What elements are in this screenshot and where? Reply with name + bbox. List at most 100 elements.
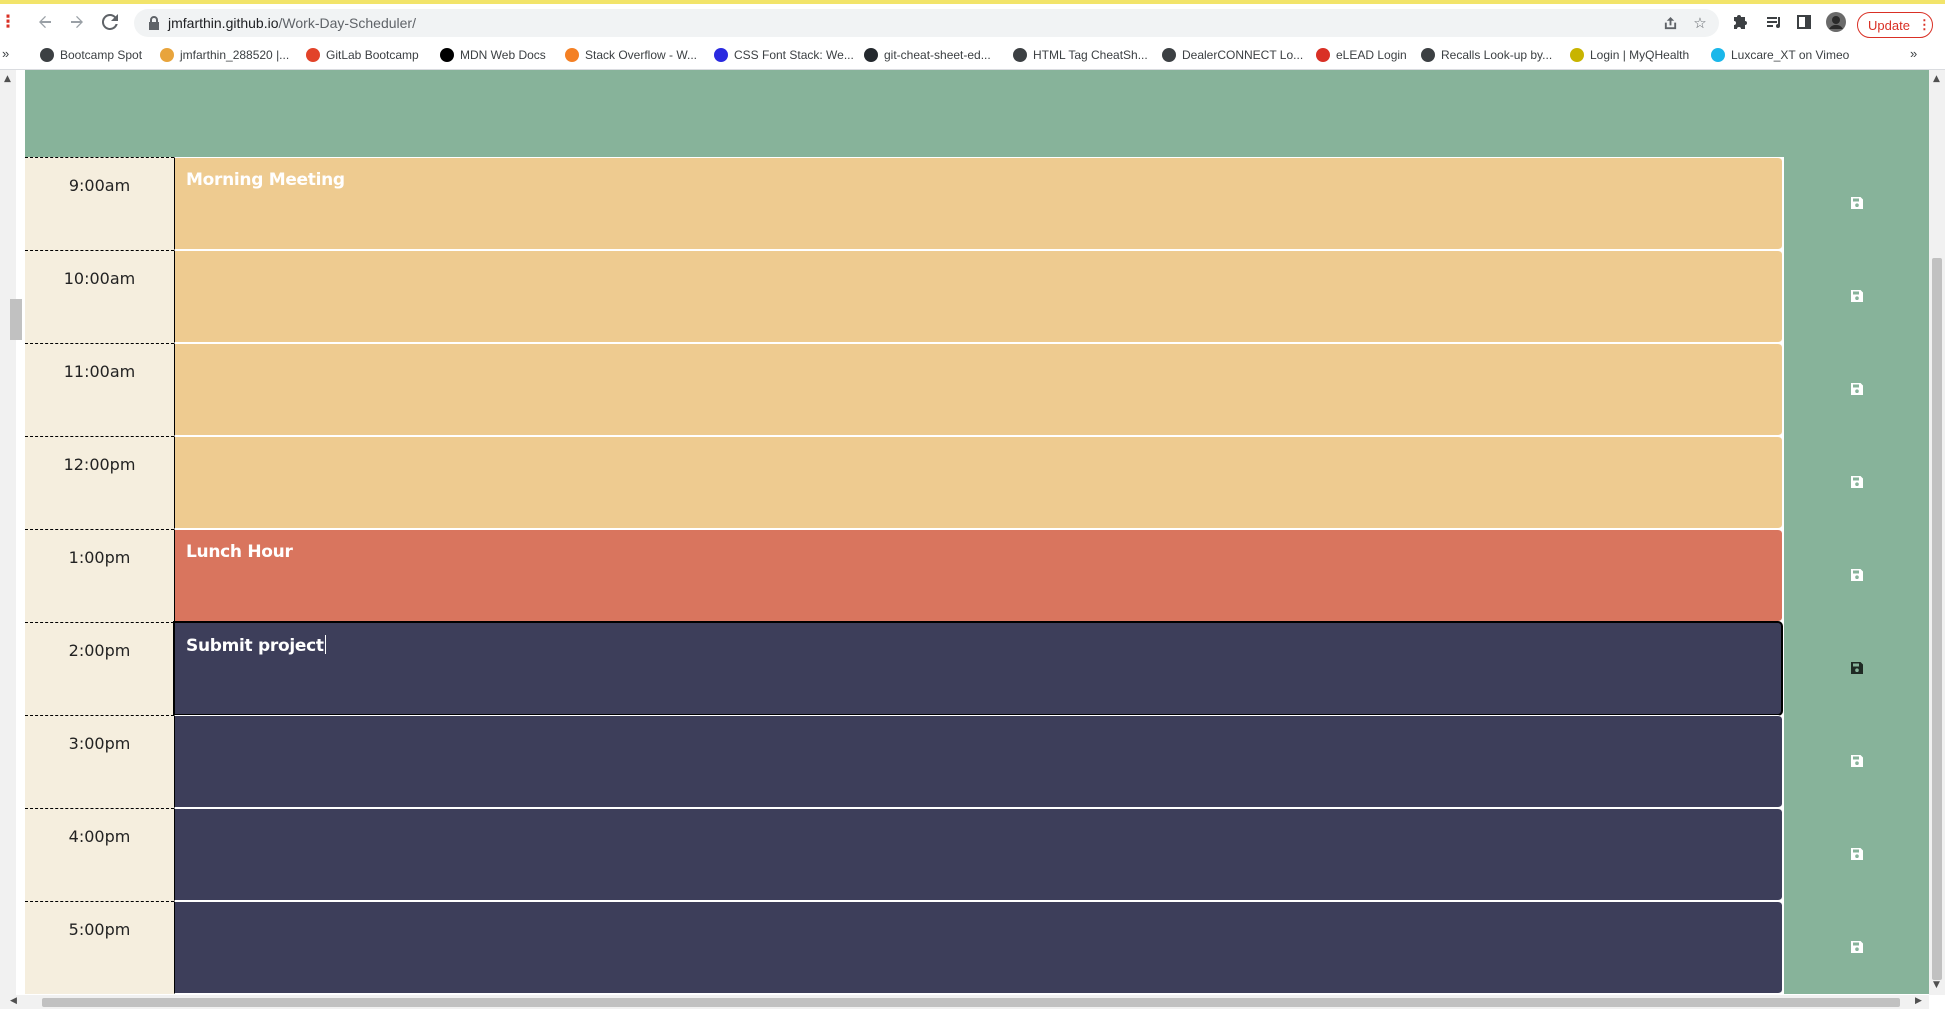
event-description-text: Lunch Hour <box>186 542 293 562</box>
hour-cell: 12:00pm <box>25 436 174 529</box>
side-panel-icon[interactable] <box>1790 8 1818 36</box>
text-cursor <box>324 635 326 654</box>
bookmark-label: eLEAD Login <box>1336 48 1407 62</box>
save-button[interactable] <box>1783 808 1929 901</box>
scroll-left-arrow-icon[interactable]: ◀ <box>10 996 17 1006</box>
event-description-textarea[interactable]: Morning Meeting <box>174 157 1782 250</box>
vimeo-icon <box>1711 48 1725 62</box>
horizontal-scrollbar[interactable]: ◀ ▶ <box>0 995 1929 1009</box>
back-arrow-icon[interactable] <box>31 8 59 36</box>
bookmark-item[interactable]: Bootcamp Spot <box>40 46 142 64</box>
hour-label: 11:00am <box>63 362 136 381</box>
scroll-up-arrow-icon[interactable]: ▲ <box>4 74 11 84</box>
bookmark-star-icon[interactable]: ☆ <box>1689 12 1711 34</box>
floppy-disk-icon <box>1851 662 1863 674</box>
tab-menu-icon[interactable]: ⋮ <box>0 8 17 36</box>
save-button[interactable] <box>1783 250 1929 343</box>
event-text: Submit project <box>186 636 324 656</box>
scheduler-header <box>25 70 1929 157</box>
person-icon <box>160 48 174 62</box>
bookmark-label: HTML Tag CheatSh... <box>1033 48 1148 62</box>
github-icon <box>864 48 878 62</box>
update-button[interactable]: Update ⋮ <box>1857 12 1933 38</box>
lock-icon[interactable] <box>146 15 162 31</box>
hour-cell: 2:00pm <box>25 622 174 715</box>
hour-label: 9:00am <box>68 176 131 195</box>
save-button[interactable] <box>1783 715 1929 808</box>
bookmark-label: DealerCONNECT Lo... <box>1182 48 1304 62</box>
globe-icon <box>1013 48 1027 62</box>
vertical-scrollbar[interactable]: ▲ ▼ <box>1929 70 1945 995</box>
time-block-row: 11:00am <box>25 343 1929 436</box>
gitlab-icon <box>306 48 320 62</box>
event-description-text: Morning Meeting <box>186 170 345 190</box>
event-description-textarea[interactable] <box>174 715 1782 808</box>
save-button[interactable] <box>1783 529 1929 622</box>
profile-avatar[interactable] <box>1822 8 1850 36</box>
save-button[interactable] <box>1783 436 1929 529</box>
time-block-row: 10:00am <box>25 250 1929 343</box>
bookmark-label: jmfarthin_288520 |... <box>180 48 290 62</box>
save-button[interactable] <box>1783 622 1929 715</box>
globe-icon <box>40 48 54 62</box>
bookmark-item[interactable]: HTML Tag CheatSh... <box>1013 46 1148 64</box>
bookmark-item[interactable]: DealerCONNECT Lo... <box>1162 46 1303 64</box>
floppy-disk-icon <box>1851 476 1863 488</box>
event-description-textarea[interactable] <box>174 250 1782 343</box>
event-description-text: Submit project <box>186 635 326 656</box>
bookmark-label: git-cheat-sheet-ed... <box>884 48 991 62</box>
floppy-disk-icon <box>1851 755 1863 767</box>
bookmarks-overflow-left-icon[interactable]: » <box>2 46 9 61</box>
event-description-textarea[interactable] <box>174 808 1782 901</box>
bookmark-item[interactable]: git-cheat-sheet-ed... <box>864 46 991 64</box>
hour-cell: 1:00pm <box>25 529 174 622</box>
scroll-up-arrow-icon[interactable]: ▲ <box>1933 74 1940 84</box>
url-text[interactable]: jmfarthin.github.io/Work-Day-Scheduler/ <box>168 15 416 31</box>
bookmark-item[interactable]: Login | MyQHealth <box>1570 46 1689 64</box>
event-description-textarea[interactable]: Submit project <box>174 622 1782 715</box>
bookmark-item[interactable]: Luxcare_XT on Vimeo <box>1711 46 1849 64</box>
browser-toolbar: ⋮ jmfarthin.github.io/Work-Day-Scheduler… <box>0 4 1945 41</box>
bookmark-label: MDN Web Docs <box>460 48 546 62</box>
bookmarks-overflow-icon[interactable]: » <box>1910 46 1917 61</box>
floppy-disk-icon <box>1851 197 1863 209</box>
bookmark-item[interactable]: Stack Overflow - W... <box>565 46 697 64</box>
save-button[interactable] <box>1783 157 1929 250</box>
cssfont-icon <box>714 48 728 62</box>
forward-arrow-icon[interactable] <box>63 8 91 36</box>
event-description-textarea[interactable] <box>174 436 1782 529</box>
bookmark-item[interactable]: GitLab Bootcamp <box>306 46 419 64</box>
browser-window: ⋮ jmfarthin.github.io/Work-Day-Scheduler… <box>0 0 1945 1009</box>
event-description-textarea[interactable] <box>174 343 1782 436</box>
scrollbar-thumb[interactable] <box>42 998 1900 1007</box>
scroll-right-arrow-icon[interactable]: ▶ <box>1915 996 1922 1006</box>
reload-icon[interactable] <box>96 8 124 36</box>
left-scrollbar[interactable]: ▲ <box>0 70 22 995</box>
save-button[interactable] <box>1783 901 1929 994</box>
bookmark-item[interactable]: jmfarthin_288520 |... <box>160 46 289 64</box>
bookmark-item[interactable]: CSS Font Stack: We... <box>714 46 854 64</box>
scrollbar-thumb[interactable] <box>10 299 22 340</box>
time-block-row: 1:00pm Lunch Hour <box>25 529 1929 622</box>
hour-cell: 3:00pm <box>25 715 174 808</box>
bookmark-item[interactable]: Recalls Look-up by... <box>1421 46 1552 64</box>
time-block-row: 12:00pm <box>25 436 1929 529</box>
bookmark-label: Recalls Look-up by... <box>1441 48 1553 62</box>
extensions-icon[interactable] <box>1727 8 1755 36</box>
bookmark-label: CSS Font Stack: We... <box>734 48 854 62</box>
scroll-down-arrow-icon[interactable]: ▼ <box>1933 980 1940 990</box>
event-description-textarea[interactable]: Lunch Hour <box>174 529 1782 622</box>
bookmark-label: Bootcamp Spot <box>60 48 143 62</box>
floppy-disk-icon <box>1851 383 1863 395</box>
reading-list-icon[interactable] <box>1760 8 1788 36</box>
save-button[interactable] <box>1783 343 1929 436</box>
event-description-textarea[interactable] <box>174 901 1782 994</box>
hour-cell: 9:00am <box>25 157 174 250</box>
share-icon[interactable] <box>1659 12 1681 34</box>
bookmark-item[interactable]: eLEAD Login <box>1316 46 1407 64</box>
scrollbar-thumb[interactable] <box>1932 258 1942 980</box>
hour-label: 12:00pm <box>63 455 136 474</box>
hour-label: 2:00pm <box>68 641 131 660</box>
address-bar[interactable]: jmfarthin.github.io/Work-Day-Scheduler/ … <box>134 9 1719 37</box>
bookmark-item[interactable]: MDN Web Docs <box>440 46 546 64</box>
